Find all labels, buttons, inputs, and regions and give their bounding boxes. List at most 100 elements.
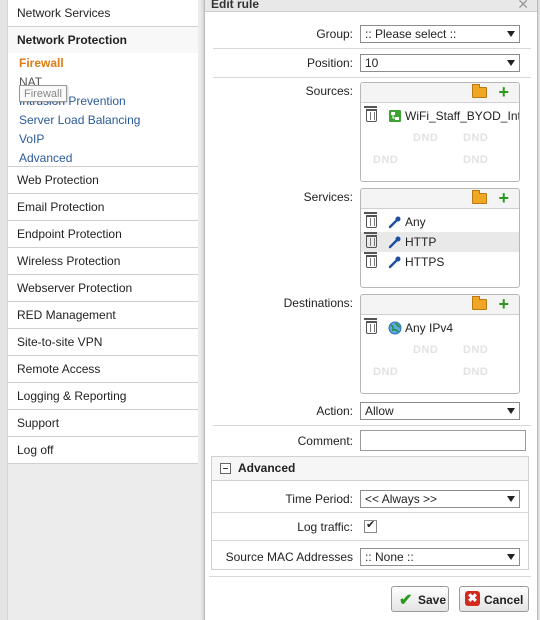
service-icon bbox=[388, 236, 401, 249]
destinations-toolbar: + bbox=[361, 295, 519, 315]
folder-icon[interactable] bbox=[472, 296, 487, 310]
drop-hint: DND bbox=[413, 132, 439, 144]
trash-icon[interactable] bbox=[364, 212, 377, 228]
service-name: HTTPS bbox=[405, 255, 445, 269]
nav-email-protection[interactable]: Email Protection bbox=[8, 194, 198, 221]
drop-hint: DND bbox=[463, 132, 489, 144]
nav-red-management[interactable]: RED Management bbox=[8, 302, 198, 329]
nav-remote-access[interactable]: Remote Access bbox=[8, 356, 198, 383]
action-label: Action: bbox=[316, 404, 353, 418]
firewall-tooltip: Firewall bbox=[19, 85, 67, 102]
sidebar-edge bbox=[0, 0, 8, 620]
nav-logging-reporting[interactable]: Logging & Reporting bbox=[8, 383, 198, 410]
nav-web-protection[interactable]: Web Protection bbox=[8, 167, 198, 194]
drop-hint: DND bbox=[463, 366, 489, 378]
divider bbox=[212, 540, 528, 541]
nav-support[interactable]: Support bbox=[8, 410, 198, 437]
group-label: Group: bbox=[316, 27, 353, 41]
submenu-server-load-balancing[interactable]: Server Load Balancing bbox=[19, 113, 140, 127]
services-box[interactable]: + Any HTTP HTTPS bbox=[360, 188, 520, 288]
folder-icon[interactable] bbox=[472, 190, 487, 204]
submenu-firewall[interactable]: Firewall bbox=[19, 56, 64, 70]
cancel-icon: ✖ bbox=[465, 591, 480, 606]
add-icon[interactable]: + bbox=[498, 189, 509, 208]
trash-icon[interactable] bbox=[364, 232, 377, 248]
submenu-advanced[interactable]: Advanced bbox=[19, 151, 72, 165]
close-icon[interactable]: ✕ bbox=[517, 0, 529, 13]
log-traffic-label: Log traffic: bbox=[297, 520, 353, 534]
nav-site-to-site-vpn[interactable]: Site-to-site VPN bbox=[8, 329, 198, 356]
sources-box[interactable]: + WiFi_Staff_BYOD_Int DND DND DND DND bbox=[360, 82, 520, 182]
destinations-item[interactable]: Any IPv4 bbox=[361, 318, 519, 338]
service-icon bbox=[388, 256, 401, 269]
nav-webserver-protection[interactable]: Webserver Protection bbox=[8, 275, 198, 302]
source-mac-value: :: None :: bbox=[365, 550, 414, 564]
log-traffic-checkbox[interactable] bbox=[364, 518, 377, 533]
network-icon bbox=[389, 110, 401, 122]
trash-icon[interactable] bbox=[364, 252, 377, 268]
destinations-label: Destinations: bbox=[283, 296, 353, 310]
action-value: Allow bbox=[365, 404, 394, 418]
service-name: HTTP bbox=[405, 235, 437, 249]
trash-icon[interactable] bbox=[364, 106, 377, 122]
time-period-label: Time Period: bbox=[285, 492, 353, 506]
sources-item[interactable]: WiFi_Staff_BYOD_Int bbox=[361, 106, 519, 126]
sources-label: Sources: bbox=[305, 84, 353, 98]
sidebar: Network Services Network Protection Fire… bbox=[0, 0, 205, 620]
divider bbox=[213, 48, 531, 49]
collapse-icon[interactable] bbox=[220, 463, 231, 474]
action-select[interactable]: Allow bbox=[360, 402, 520, 420]
cancel-label: Cancel bbox=[484, 593, 524, 607]
comment-label: Comment: bbox=[297, 434, 353, 448]
source-mac-label: Source MAC Addresses bbox=[225, 550, 353, 564]
destination-name: Any IPv4 bbox=[405, 321, 454, 335]
sources-toolbar: + bbox=[361, 83, 519, 103]
nav-endpoint-protection[interactable]: Endpoint Protection bbox=[8, 221, 198, 248]
divider bbox=[213, 425, 531, 426]
chevron-down-icon bbox=[507, 408, 515, 414]
add-icon[interactable]: + bbox=[498, 83, 509, 102]
chevron-down-icon bbox=[507, 60, 515, 66]
destinations-box[interactable]: + Any IPv4 DND DND DND DND bbox=[360, 294, 520, 394]
nav-network-services[interactable]: Network Services bbox=[8, 0, 198, 27]
submenu-voip[interactable]: VoIP bbox=[19, 132, 44, 146]
services-toolbar: + bbox=[361, 189, 519, 209]
dialog-header: Edit rule ✕ bbox=[205, 0, 537, 12]
nav-wireless-protection[interactable]: Wireless Protection bbox=[8, 248, 198, 275]
services-item[interactable]: HTTP bbox=[361, 232, 519, 252]
edit-rule-dialog: Edit rule ✕ Group: :: Please select :: P… bbox=[204, 0, 538, 620]
chevron-down-icon bbox=[507, 496, 515, 502]
drop-hint: DND bbox=[463, 154, 489, 166]
chevron-down-icon bbox=[507, 31, 515, 37]
services-item[interactable]: Any bbox=[361, 212, 519, 232]
group-value: :: Please select :: bbox=[365, 27, 457, 41]
source-name: WiFi_Staff_BYOD_Int bbox=[405, 109, 520, 123]
group-select[interactable]: :: Please select :: bbox=[360, 25, 520, 43]
nav-log-off[interactable]: Log off bbox=[8, 437, 198, 464]
service-name: Any bbox=[405, 215, 426, 229]
advanced-section-header[interactable]: Advanced bbox=[211, 456, 529, 481]
divider bbox=[212, 512, 528, 513]
add-icon[interactable]: + bbox=[498, 295, 509, 314]
folder-icon[interactable] bbox=[472, 84, 487, 98]
nav-network-protection[interactable]: Network Protection bbox=[8, 27, 198, 54]
drop-hint: DND bbox=[373, 366, 399, 378]
network-protection-submenu: Firewall NAT Intrusion Prevention Server… bbox=[8, 53, 198, 167]
position-select[interactable]: 10 bbox=[360, 54, 520, 72]
time-period-select[interactable]: << Always >> bbox=[360, 490, 520, 508]
time-period-value: << Always >> bbox=[365, 492, 438, 506]
trash-icon[interactable] bbox=[364, 318, 377, 334]
services-item[interactable]: HTTPS bbox=[361, 252, 519, 272]
cancel-button[interactable]: ✖ Cancel bbox=[459, 586, 529, 612]
services-label: Services: bbox=[303, 190, 353, 204]
dialog-title: Edit rule bbox=[211, 0, 260, 11]
globe-icon bbox=[388, 321, 402, 335]
source-mac-select[interactable]: :: None :: bbox=[360, 548, 520, 566]
drop-hint: DND bbox=[413, 344, 439, 356]
chevron-down-icon bbox=[507, 554, 515, 560]
comment-input[interactable] bbox=[360, 430, 526, 451]
position-value: 10 bbox=[365, 56, 379, 70]
divider bbox=[213, 77, 531, 78]
drop-hint: DND bbox=[373, 154, 399, 166]
save-button[interactable]: ✔ Save bbox=[391, 586, 449, 612]
